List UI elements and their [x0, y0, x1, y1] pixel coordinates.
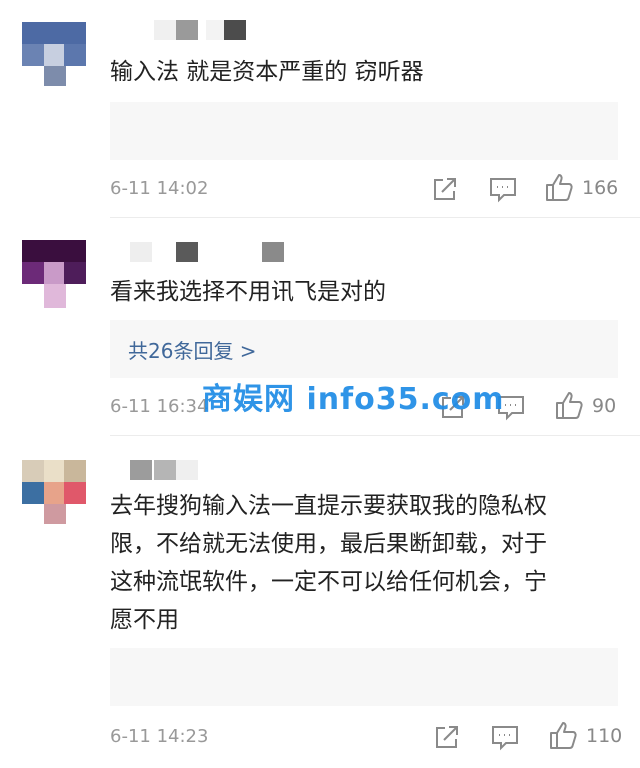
reply-box[interactable]: 共26条回复 > — [110, 320, 618, 378]
comment-item: 去年搜狗输入法一直提示要获取我的隐私权 限，不给就无法使用，最后果断卸载，对于 … — [0, 436, 640, 768]
username[interactable] — [110, 240, 310, 262]
avatar[interactable] — [22, 240, 86, 308]
share-icon — [436, 726, 458, 748]
thumbs-up-icon — [550, 722, 577, 749]
share-button[interactable] — [430, 174, 460, 204]
reply-box — [110, 648, 618, 706]
like-button[interactable] — [548, 720, 578, 750]
like-count: 166 — [582, 177, 619, 199]
comment-text-line: 愿不用 — [110, 607, 179, 633]
comment-time: 6-11 14:23 — [110, 726, 209, 747]
avatar[interactable] — [22, 22, 86, 86]
like-button[interactable] — [554, 390, 584, 420]
comment-button[interactable] — [490, 722, 520, 752]
comment-icon — [490, 178, 516, 203]
comment-icon — [492, 726, 518, 751]
username[interactable] — [110, 18, 310, 40]
share-button[interactable] — [432, 722, 462, 752]
thumbs-up-icon — [556, 392, 583, 419]
like-button[interactable] — [544, 172, 574, 202]
view-replies-link[interactable]: 共26条回复 > — [128, 335, 257, 364]
comment-text: 输入法 就是资本严重的 窃听器 — [110, 59, 424, 85]
comment-time: 6-11 16:34 — [110, 396, 209, 417]
like-count: 90 — [592, 395, 617, 417]
comment-text-line: 去年搜狗输入法一直提示要获取我的隐私权 — [110, 493, 547, 519]
share-icon — [434, 178, 456, 200]
comment-time: 6-11 14:02 — [110, 178, 209, 199]
comment-text-line: 限，不给就无法使用，最后果断卸载，对于 — [110, 531, 547, 557]
comment-text: 去年搜狗输入法一直提示要获取我的隐私权 限，不给就无法使用，最后果断卸载，对于 … — [110, 488, 610, 640]
comment-button[interactable] — [488, 174, 518, 204]
thumbs-up-icon — [546, 174, 573, 201]
username[interactable] — [110, 458, 310, 480]
comment-text: 看来我选择不用讯飞是对的 — [110, 279, 386, 305]
avatar[interactable] — [22, 460, 86, 524]
watermark: 商娱网 info35.com — [202, 382, 505, 417]
comment-item: 输入法 就是资本严重的 窃听器 6-11 14:02 166 — [0, 0, 640, 218]
comment-text-line: 这种流氓软件，一定不可以给任何机会，宁 — [110, 569, 547, 595]
reply-box — [110, 102, 618, 160]
like-count: 110 — [586, 725, 623, 747]
